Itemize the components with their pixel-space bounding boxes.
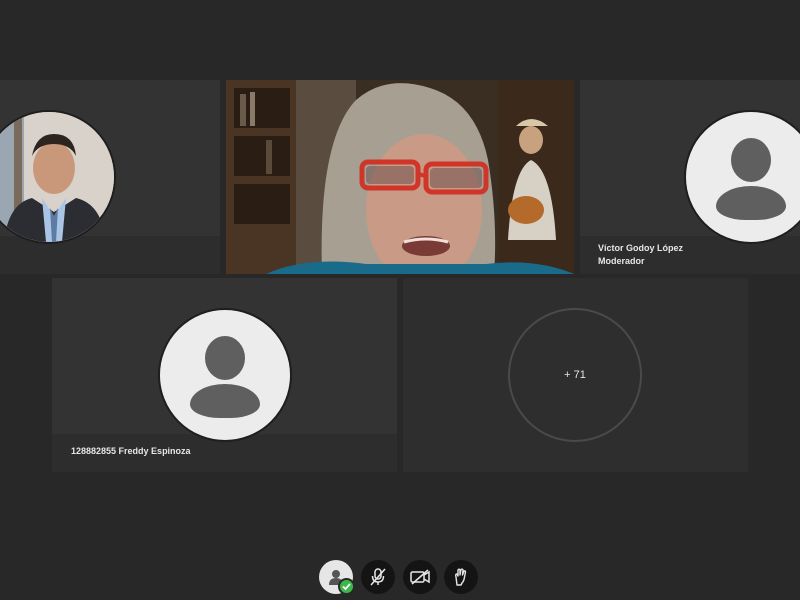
participant-tile-1[interactable]: [0, 80, 220, 274]
participant-tile-4[interactable]: 128882855 Freddy Espinoza: [52, 278, 397, 472]
default-user-icon: [684, 110, 800, 244]
microphone-muted-icon: [370, 568, 386, 586]
raise-hand-icon: [454, 568, 467, 586]
status-ok-badge: [338, 578, 355, 595]
mic-toggle-button[interactable]: [361, 560, 395, 594]
participant-name: 128882855 Freddy Espinoza: [71, 446, 191, 456]
raise-hand-button[interactable]: [444, 560, 478, 594]
woman-video-feed: [226, 80, 574, 274]
checkmark-icon: [342, 583, 351, 591]
man-portrait-image: [0, 112, 114, 242]
participant-name: Víctor Godoy López: [598, 243, 684, 253]
participant-tile-3[interactable]: Víctor Godoy López Moderador: [580, 80, 800, 274]
default-user-icon: [158, 308, 292, 442]
participant-photo-man: [0, 110, 116, 244]
user-status-button[interactable]: [319, 560, 355, 595]
overflow-count-circle[interactable]: + 71: [508, 308, 642, 442]
camera-toggle-button[interactable]: [403, 560, 437, 594]
participant-tile-2-active-speaker[interactable]: [226, 80, 574, 274]
camera-off-icon: [410, 569, 430, 585]
participant-role: Moderador: [598, 256, 645, 266]
overflow-participants-tile[interactable]: + 71: [403, 278, 748, 472]
overflow-count-label: + 71: [564, 369, 586, 381]
